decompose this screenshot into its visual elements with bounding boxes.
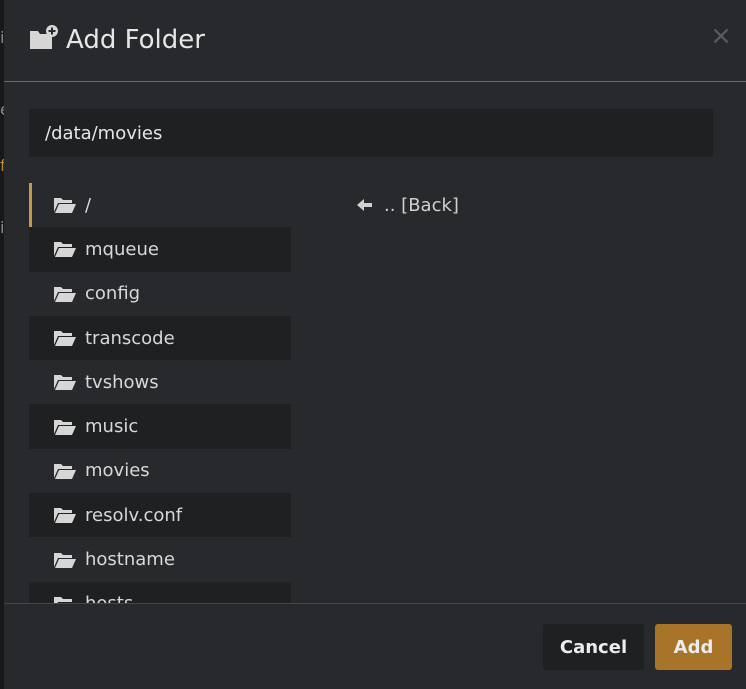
folder-open-icon (54, 286, 76, 302)
folder-open-icon (54, 419, 76, 435)
folder-item-tvshows[interactable]: tvshows (29, 360, 291, 404)
close-button[interactable]: × (709, 22, 733, 50)
back-link-label: .. [Back] (384, 194, 459, 216)
folder-name: hostname (85, 549, 175, 571)
folder-open-icon (54, 552, 76, 568)
folder-open-icon (54, 375, 76, 391)
add-folder-dialog: Add Folder × / mqueue config (4, 0, 746, 689)
folder-name: hosts (85, 593, 133, 603)
folder-name: transcode (85, 327, 175, 349)
folder-item-movies[interactable]: movies (29, 449, 291, 493)
folder-item-hostname[interactable]: hostname (29, 537, 291, 581)
folder-item-music[interactable]: music (29, 404, 291, 449)
folder-name: config (85, 283, 141, 305)
folder-item-root[interactable]: / (29, 183, 291, 228)
folder-open-icon (54, 463, 76, 479)
folder-item-config[interactable]: config (29, 272, 291, 316)
folder-open-icon (54, 198, 76, 214)
folder-item-resolv-conf[interactable]: resolv.conf (29, 493, 291, 538)
dialog-header: Add Folder × (4, 0, 746, 82)
arrow-left-icon (357, 199, 372, 211)
folder-path-input[interactable] (29, 109, 713, 157)
folder-open-icon (54, 242, 76, 258)
folder-name: movies (85, 460, 150, 482)
folder-item-transcode[interactable]: transcode (29, 315, 291, 361)
folder-name: music (85, 416, 139, 438)
folder-name: mqueue (85, 238, 159, 260)
folder-name: tvshows (85, 371, 159, 393)
add-button[interactable]: Add (655, 624, 732, 670)
cancel-button[interactable]: Cancel (543, 624, 644, 670)
back-link[interactable]: .. [Back] (356, 193, 459, 217)
folder-open-icon (54, 331, 76, 347)
dialog-footer: Cancel Add (4, 603, 746, 689)
folder-plus-icon (30, 25, 58, 49)
dialog-title: Add Folder (66, 25, 205, 55)
folder-name: resolv.conf (85, 504, 183, 526)
folder-name: / (85, 194, 92, 216)
folder-item-mqueue[interactable]: mqueue (29, 227, 291, 272)
folder-open-icon (54, 596, 76, 603)
folder-item-hosts[interactable]: hosts (29, 581, 291, 603)
folder-open-icon (54, 508, 76, 524)
folder-list: / mqueue config transcode tvshows music … (29, 183, 291, 603)
